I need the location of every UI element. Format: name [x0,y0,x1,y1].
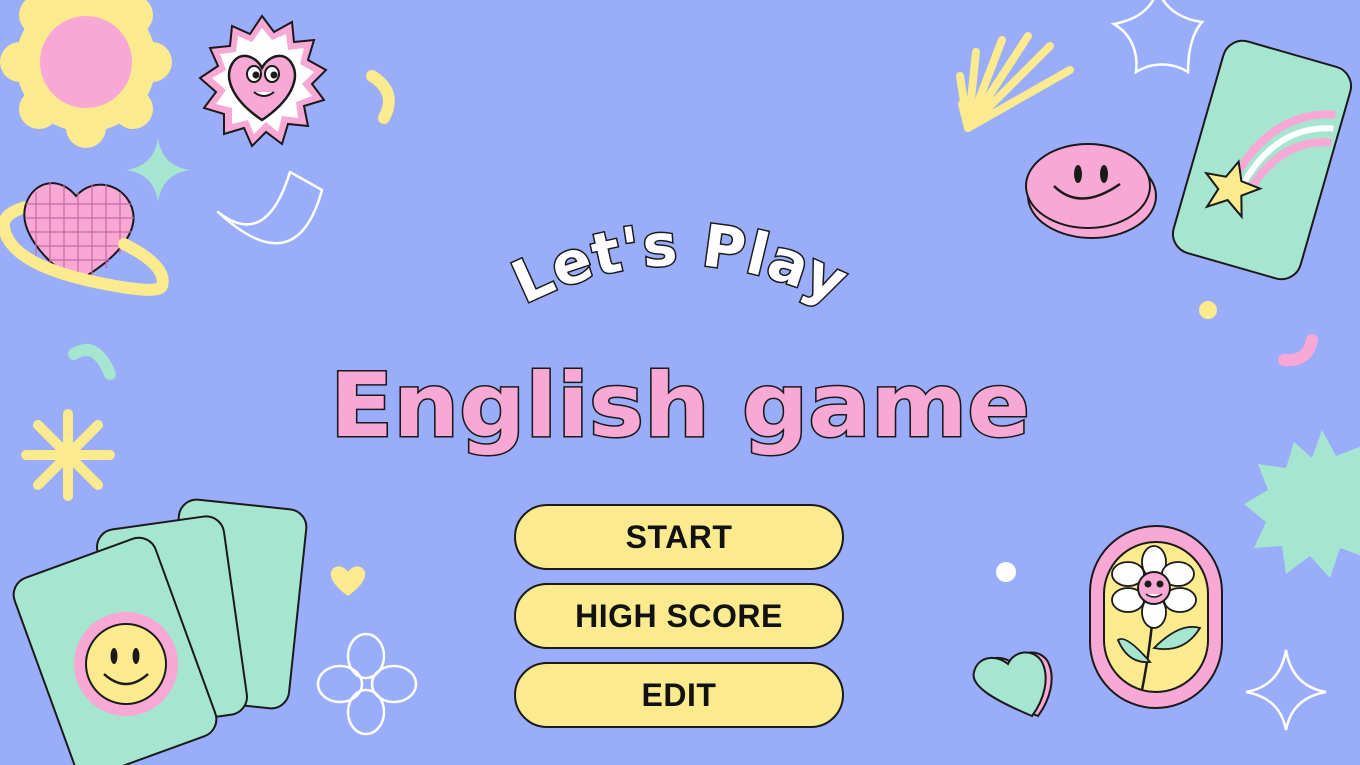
high-score-button[interactable]: HIGH SCORE [514,583,844,649]
arc-outline-icon [216,170,324,245]
planet-heart-icon [0,182,169,296]
title-line1: Let's Play [501,209,859,318]
sparkle-icon [126,138,190,202]
main-menu: START HIGH SCORE EDIT [514,504,846,741]
playing-cards-icon [12,498,308,765]
asterisk-icon [21,409,115,501]
title-line2: English game [329,353,1032,459]
crescent-icon [1278,334,1318,367]
svg-text:Let's Play: Let's Play [502,211,858,317]
flower-card-icon [1089,525,1223,709]
star-outline-icon [1110,0,1205,75]
smiley-coin-icon [1025,143,1157,239]
crescent-icon [366,70,395,124]
title-line2-text: English game [330,354,1030,457]
dot-icon [1199,301,1217,319]
splat-icon [1244,430,1360,578]
four-point-star-icon [1245,649,1327,731]
sun-icon [0,0,172,148]
title-line1-text: Let's Play [501,209,859,318]
sunburst-icon [956,32,1074,132]
crescent-icon [68,344,116,380]
heart-face-badge-icon [198,14,328,148]
edit-button[interactable]: EDIT [514,662,844,728]
start-button[interactable]: START [514,504,844,570]
shooting-star-card-icon [1171,39,1353,281]
heart-icon [330,566,366,596]
heart-icon [972,651,1053,718]
game-menu-screen: Let's Play English game START HIGH SCORE… [0,0,1360,765]
dot-icon [996,562,1016,582]
flower-outline-icon [316,632,418,736]
